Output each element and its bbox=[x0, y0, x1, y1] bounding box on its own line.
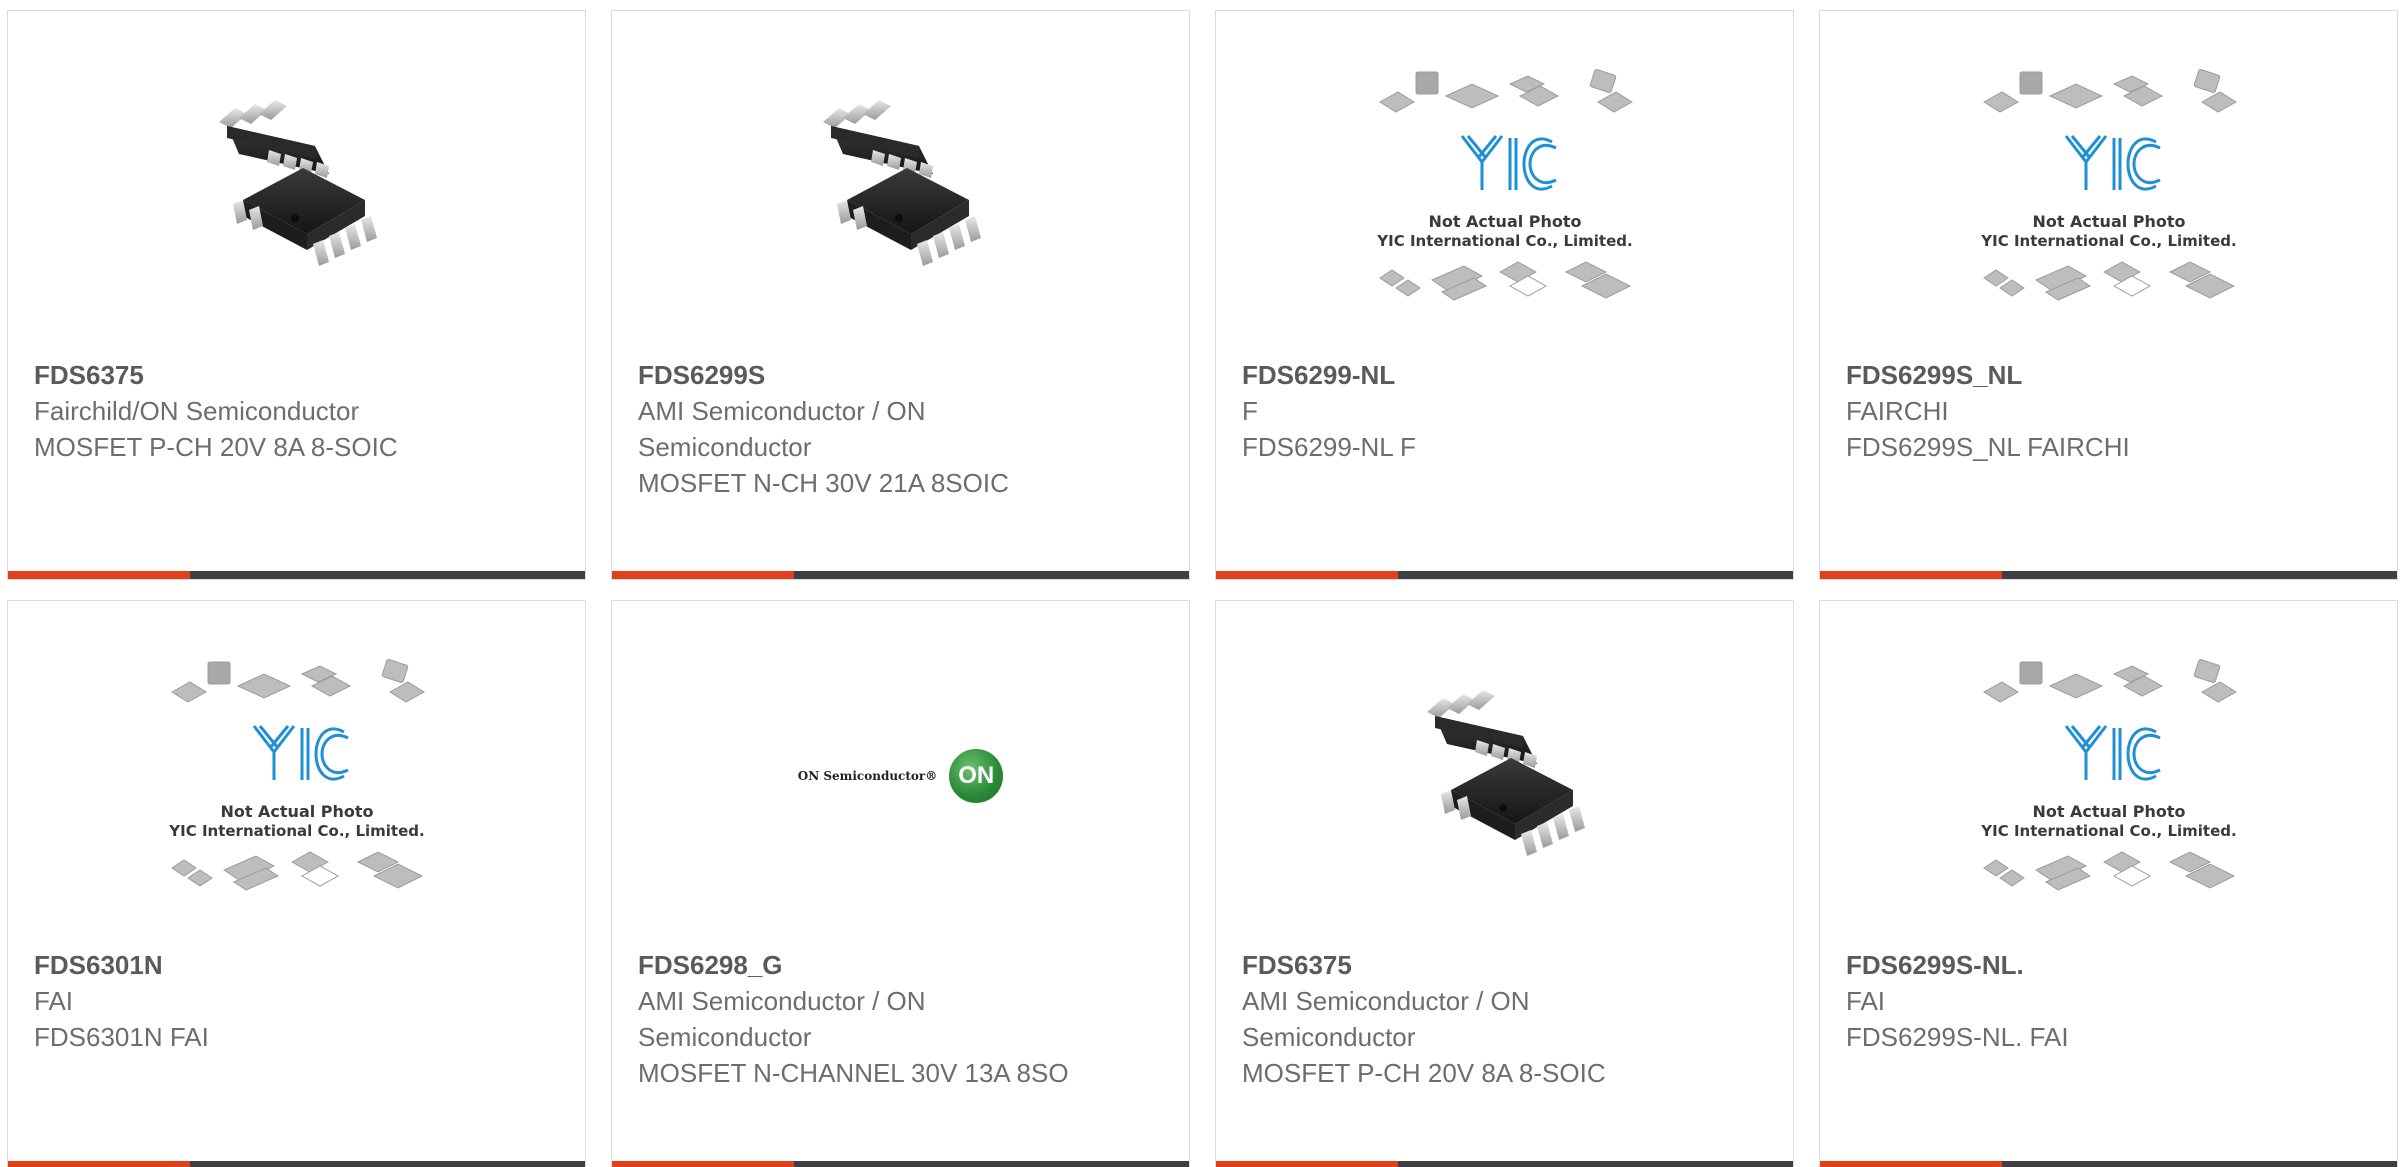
description: MOSFET N-CHANNEL 30V 13A 8SO bbox=[638, 1058, 1069, 1088]
svg-text:YIC International Co., Limited: YIC International Co., Limited. bbox=[168, 822, 424, 840]
product-image[interactable]: Not Actual Photo YIC International Co., … bbox=[1820, 656, 2397, 896]
manufacturer: FAI bbox=[1846, 986, 1886, 1016]
onsemi-badge-icon: ON bbox=[949, 749, 1004, 803]
part-number-link[interactable]: FDS6301N bbox=[34, 947, 464, 983]
part-number-link[interactable]: FDS6299S-NL. bbox=[1846, 947, 2276, 983]
product-image[interactable]: Not Actual Photo YIC International Co., … bbox=[8, 656, 585, 896]
product-card[interactable]: Not Actual Photo YIC International Co., … bbox=[7, 600, 586, 1167]
product-card[interactable]: Not Actual Photo YIC International Co., … bbox=[1819, 10, 2398, 580]
card-footer-bar bbox=[8, 571, 585, 579]
card-accent-bar bbox=[1216, 571, 1398, 579]
description: FDS6299S_NL FAIRCHI bbox=[1846, 432, 2130, 462]
part-number-link[interactable]: FDS6299S_NL bbox=[1846, 357, 2276, 393]
product-info: FDS6299S-NL. FAI FDS6299S-NL. FAI bbox=[1846, 947, 2276, 1055]
yic-placeholder-image: Not Actual Photo YIC International Co., … bbox=[1370, 66, 1640, 306]
card-footer-bar bbox=[1820, 571, 2397, 579]
svg-text:Not Actual Photo: Not Actual Photo bbox=[220, 802, 373, 821]
card-footer-bar bbox=[612, 571, 1189, 579]
manufacturer: AMI Semiconductor / ON Semiconductor bbox=[638, 986, 926, 1052]
product-info: FDS6298_G AMI Semiconductor / ON Semicon… bbox=[638, 947, 1069, 1091]
card-accent-bar bbox=[1216, 1161, 1398, 1167]
card-accent-bar bbox=[1820, 571, 2002, 579]
product-image[interactable] bbox=[8, 66, 585, 306]
product-info: FDS6301N FAI FDS6301N FAI bbox=[34, 947, 464, 1055]
manufacturer: FAI bbox=[34, 986, 74, 1016]
product-info: FDS6375 Fairchild/ON Semiconductor MOSFE… bbox=[34, 357, 464, 465]
card-accent-bar bbox=[8, 571, 190, 579]
chip-photo-image bbox=[1405, 676, 1605, 876]
product-grid: FDS6375 Fairchild/ON Semiconductor MOSFE… bbox=[0, 0, 2400, 1167]
svg-text:Not Actual Photo: Not Actual Photo bbox=[1428, 212, 1581, 231]
onsemi-wordmark: ON Semiconductor® bbox=[797, 769, 938, 783]
part-number-link[interactable]: FDS6375 bbox=[34, 357, 464, 393]
description: FDS6299-NL F bbox=[1242, 432, 1416, 462]
card-footer-bar bbox=[612, 1161, 1189, 1167]
card-footer-bar bbox=[1820, 1161, 2397, 1167]
chip-photo-image bbox=[197, 86, 397, 286]
yic-placeholder-image: Not Actual Photo YIC International Co., … bbox=[1974, 656, 2244, 896]
description: FDS6299S-NL. FAI bbox=[1846, 1022, 2069, 1052]
description: MOSFET P-CH 20V 8A 8-SOIC bbox=[1242, 1058, 1606, 1088]
product-image[interactable]: Not Actual Photo YIC International Co., … bbox=[1820, 66, 2397, 306]
card-accent-bar bbox=[8, 1161, 190, 1167]
product-card[interactable]: FDS6375 Fairchild/ON Semiconductor MOSFE… bbox=[7, 10, 586, 580]
description: MOSFET P-CH 20V 8A 8-SOIC bbox=[34, 432, 398, 462]
manufacturer: Fairchild/ON Semiconductor bbox=[34, 396, 360, 426]
product-image[interactable] bbox=[612, 66, 1189, 306]
card-footer-bar bbox=[8, 1161, 585, 1167]
part-number-link[interactable]: FDS6298_G bbox=[638, 947, 1068, 983]
product-image[interactable] bbox=[1216, 656, 1793, 896]
product-image[interactable]: ON Semiconductor® ON bbox=[612, 656, 1189, 896]
card-accent-bar bbox=[1820, 1161, 2002, 1167]
product-card[interactable]: Not Actual Photo YIC International Co., … bbox=[1819, 600, 2398, 1167]
card-footer-bar bbox=[1216, 571, 1793, 579]
product-info: FDS6299S_NL FAIRCHI FDS6299S_NL FAIRCHI bbox=[1846, 357, 2276, 465]
card-footer-bar bbox=[1216, 1161, 1793, 1167]
product-card[interactable]: FDS6375 AMI Semiconductor / ON Semicondu… bbox=[1215, 600, 1794, 1167]
product-info: FDS6299S AMI Semiconductor / ON Semicond… bbox=[638, 357, 1078, 501]
chip-photo-image bbox=[801, 86, 1001, 286]
product-card[interactable]: FDS6299S AMI Semiconductor / ON Semicond… bbox=[611, 10, 1190, 580]
manufacturer: FAIRCHI bbox=[1846, 396, 1949, 426]
part-number-link[interactable]: FDS6299S bbox=[638, 357, 1078, 393]
manufacturer: AMI Semiconductor / ON Semiconductor bbox=[638, 396, 926, 462]
product-image[interactable]: Not Actual Photo YIC International Co., … bbox=[1216, 66, 1793, 306]
description: MOSFET N-CH 30V 21A 8SOIC bbox=[638, 468, 1009, 498]
product-info: FDS6299-NL F FDS6299-NL F bbox=[1242, 357, 1672, 465]
manufacturer: F bbox=[1242, 396, 1258, 426]
svg-text:Not Actual Photo: Not Actual Photo bbox=[2032, 212, 2185, 231]
svg-text:YIC International Co., Limited: YIC International Co., Limited. bbox=[1980, 822, 2236, 840]
card-accent-bar bbox=[612, 571, 794, 579]
manufacturer: AMI Semiconductor / ON Semiconductor bbox=[1242, 986, 1530, 1052]
part-number-link[interactable]: FDS6299-NL bbox=[1242, 357, 1672, 393]
part-number-link[interactable]: FDS6375 bbox=[1242, 947, 1672, 983]
svg-text:Not Actual Photo: Not Actual Photo bbox=[2032, 802, 2185, 821]
onsemi-logo-image: ON Semiconductor® ON bbox=[797, 749, 1004, 803]
product-card[interactable]: Not Actual Photo YIC International Co., … bbox=[1215, 10, 1794, 580]
product-card[interactable]: ON Semiconductor® ON FDS6298_G AMI Semic… bbox=[611, 600, 1190, 1167]
product-info: FDS6375 AMI Semiconductor / ON Semicondu… bbox=[1242, 947, 1672, 1091]
svg-text:YIC International Co., Limited: YIC International Co., Limited. bbox=[1376, 232, 1632, 250]
svg-text:YIC International Co., Limited: YIC International Co., Limited. bbox=[1980, 232, 2236, 250]
card-accent-bar bbox=[612, 1161, 794, 1167]
yic-placeholder-image: Not Actual Photo YIC International Co., … bbox=[162, 656, 432, 896]
description: FDS6301N FAI bbox=[34, 1022, 209, 1052]
yic-placeholder-image: Not Actual Photo YIC International Co., … bbox=[1974, 66, 2244, 306]
